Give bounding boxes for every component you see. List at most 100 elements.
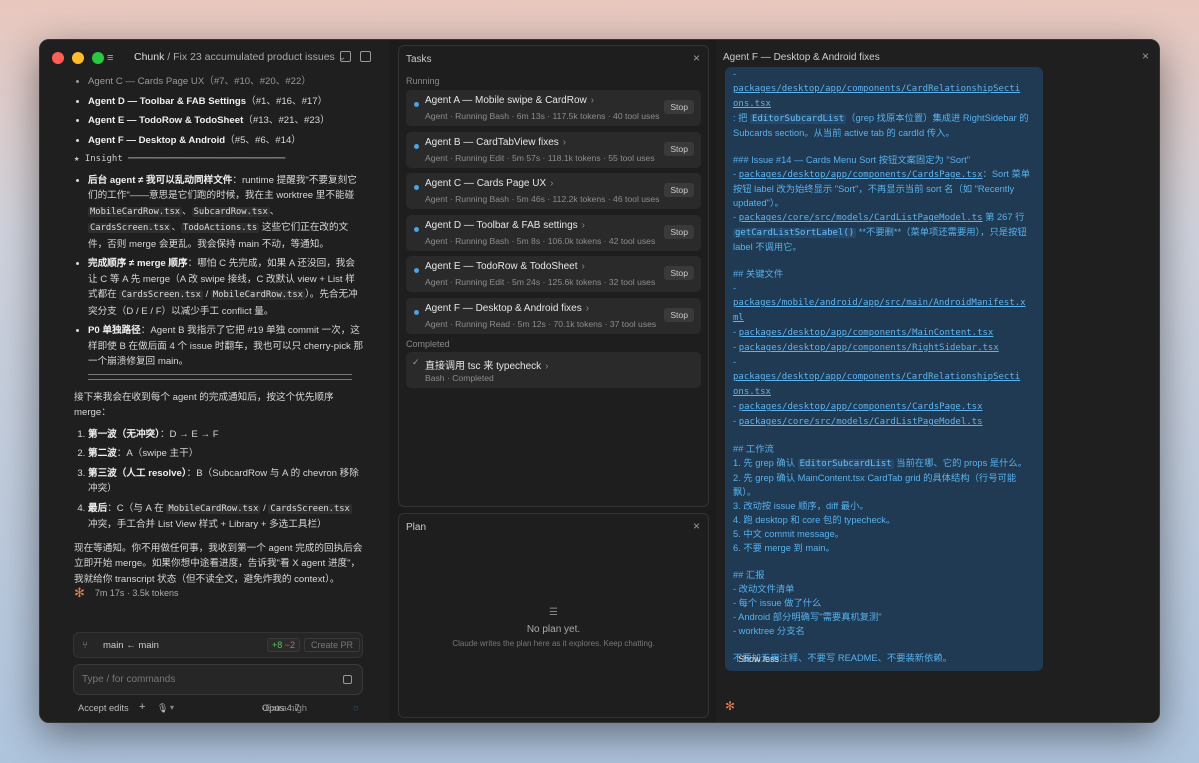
stop-task-button[interactable]: Stop: [664, 183, 694, 197]
chat-transcript: Agent C — Cards Page UX（#7、#10、#20、#22）A…: [74, 74, 364, 593]
insight-item: 后台 agent ≠ 我可以乱动同样文件：runtime 提醒我"不要复刻它们的…: [88, 173, 364, 253]
close-icon[interactable]: ×: [693, 51, 700, 65]
file-path-link[interactable]: packages/desktop/app/components/CardRela…: [733, 84, 1020, 94]
prompt-line: ## 关键文件: [733, 269, 784, 279]
agent-name: Agent C — Cards Page UX: [88, 76, 205, 87]
insight-divider: [88, 373, 352, 380]
chevron-right-icon[interactable]: ›: [545, 361, 548, 372]
task-title: Agent E — TodoRow & TodoSheet: [425, 261, 578, 272]
stop-task-button[interactable]: Stop: [664, 100, 694, 114]
notes-icon[interactable]: [340, 51, 351, 62]
prompt-line: ml: [733, 310, 1038, 325]
file-path-link[interactable]: packages/desktop/app/components/RightSid…: [739, 343, 999, 353]
prompt-line: - packages/desktop/app/components/RightS…: [733, 342, 999, 353]
chevron-right-icon[interactable]: ›: [586, 303, 589, 314]
insight-header: ★ Insight ─────────────────────────────: [74, 154, 286, 164]
file-path-link[interactable]: packages/desktop/app/components/CardRela…: [733, 372, 1020, 382]
task-meta: Agent · Running Read · 5m 12s · 70.1k to…: [425, 318, 657, 329]
insight-item: P0 单独路径：Agent B 我指示了它把 #19 单独 commit 一次，…: [88, 323, 364, 370]
task-card[interactable]: ✓ 直接调用 tsc 来 typecheck › Bash · Completed: [406, 352, 701, 388]
command-input[interactable]: [74, 665, 334, 694]
stop-task-button[interactable]: Stop: [664, 224, 694, 239]
wave-text: ：D → E → F: [159, 428, 219, 440]
prompt-line: -: [733, 69, 737, 79]
task-title: Agent D — Toolbar & FAB settings: [425, 219, 578, 231]
stop-icon[interactable]: [343, 675, 352, 684]
agent-pane-title: Agent F — Desktop & Android fixes: [723, 52, 880, 63]
file-path-link[interactable]: packages/core/src/models/CardListPageMod…: [739, 417, 983, 427]
stop-task-button[interactable]: Stop: [664, 141, 694, 156]
file-path-link[interactable]: packages/desktop/app/components/CardsPag…: [739, 402, 983, 412]
chevron-right-icon[interactable]: ›: [550, 178, 553, 189]
effort-level: Extra high: [265, 703, 307, 713]
task-name: Agent B — CardTabView fixes ›: [425, 137, 566, 148]
file-path-link[interactable]: packages/core/src/models/CardListPageMod…: [739, 213, 983, 223]
close-icon[interactable]: ×: [1142, 49, 1149, 63]
branch-bar: ⑂ main ← main +8 −2 Create PR: [73, 632, 363, 658]
wave-label: 第一波（无冲突）: [88, 428, 160, 440]
prompt-line: - packages/desktop/app/components/CardsP…: [733, 169, 1031, 208]
session-title[interactable]: Chunk / Fix 23 accumulated product issue…: [134, 51, 347, 63]
chevron-right-icon[interactable]: ›: [591, 95, 594, 106]
branch-names[interactable]: main ← main: [103, 640, 159, 651]
accept-edits-toggle[interactable]: Accept edits: [78, 703, 129, 713]
task-card[interactable]: Agent A — Mobile swipe & CardRow › Agent ·…: [406, 90, 701, 126]
file-path-link[interactable]: packages/mobile/android/app/src/main/And…: [733, 298, 1026, 308]
add-icon[interactable]: +: [139, 701, 145, 713]
loading-spinner-icon: ◌: [353, 703, 359, 713]
prompt-line: packages/desktop/app/components/CardRela…: [733, 369, 1038, 384]
stop-task-button[interactable]: Stop: [664, 307, 694, 322]
agent-issue-refs: （#13、#21、#23）: [243, 115, 330, 126]
file-name-code: CardsScreen.tsx: [88, 223, 172, 233]
prompt-line: 2. 先 grep 确认 MainContent.tsx CardTab gri…: [733, 473, 1017, 497]
file-path-link[interactable]: ons.tsx: [733, 387, 771, 397]
agent-list-item: Agent D — Toolbar & FAB Settings（#1、#16、…: [88, 94, 364, 110]
task-card[interactable]: Agent F — Desktop & Android fixes › Agent …: [406, 297, 701, 334]
sidebar-toggle-icon[interactable]: [360, 51, 371, 62]
file-path-link[interactable]: ml: [733, 313, 744, 323]
task-card[interactable]: Agent E — TodoRow & TodoSheet › Agent · Ru…: [406, 256, 701, 292]
insight-heading: 后台 agent ≠ 我可以乱动同样文件: [88, 174, 233, 186]
agent-list: Agent C — Cards Page UX（#7、#10、#20、#22）A…: [88, 74, 364, 148]
diff-badge[interactable]: +8 −2: [267, 638, 301, 652]
branch-from: main: [103, 640, 124, 651]
menu-icon[interactable]: ≡: [107, 52, 113, 64]
create-pr-button[interactable]: Create PR: [304, 638, 361, 652]
file-name-code: MobileCardRow.tsx: [210, 290, 305, 300]
merge-waves-list: 第一波（无冲突）：D → E → F 第二波：A（swipe 主干） 第三波（人工 …: [88, 427, 364, 533]
mic-icon[interactable]: 🎙: [157, 703, 168, 714]
file-path-link[interactable]: packages/desktop/app/components/MainCont…: [739, 328, 994, 338]
task-title: Agent B — CardTabView fixes: [425, 136, 559, 148]
chevron-right-icon[interactable]: ›: [563, 137, 566, 148]
task-name: Agent D — Toolbar & FAB settings ›: [425, 220, 585, 231]
wave-label: 最后: [88, 502, 108, 514]
app-title: Chunk: [134, 51, 165, 63]
running-status-dot: [414, 143, 419, 149]
mic-chevron-icon[interactable]: ▾: [170, 703, 174, 712]
session-name: Fix 23 accumulated product issues: [173, 51, 335, 63]
file-name-code: MobileCardRow.tsx: [88, 206, 183, 217]
show-less-button[interactable]: Show less: [738, 654, 779, 664]
task-card[interactable]: Agent C — Cards Page UX › Agent · Running …: [406, 173, 701, 209]
closing-text: 现在等通知。你不用做任何事，我收到第一个 agent 完成的回执后会立即开始 m…: [74, 542, 363, 585]
merge-wave-item: 第一波（无冲突）：D → E → F: [88, 427, 364, 443]
stop-task-button[interactable]: Stop: [664, 266, 694, 280]
task-title: Agent A — Mobile swipe & CardRow: [425, 95, 587, 106]
chevron-right-icon[interactable]: ›: [582, 220, 585, 231]
prompt-line: - packages/core/src/models/CardListPageM…: [733, 212, 1027, 252]
claude-spark-icon: ✻: [725, 699, 736, 713]
running-status-dot: [414, 226, 419, 232]
file-path-link[interactable]: ons.tsx: [733, 99, 771, 109]
close-icon[interactable]: ×: [693, 519, 700, 533]
chevron-right-icon[interactable]: ›: [582, 261, 585, 272]
file-path-link[interactable]: packages/desktop/app/components/CardsPag…: [739, 170, 983, 180]
model-selector[interactable]: Opus 4.7 · Extra high: [262, 703, 307, 713]
task-meta: Agent · Running Bash · 5m 8s · 106.0k to…: [425, 235, 656, 246]
prompt-line: 3. 改动按 issue 顺序，diff 最小。: [733, 501, 869, 511]
insight-heading: P0 单独路径: [88, 325, 141, 336]
prompt-line: packages/desktop/app/components/CardRela…: [733, 81, 1038, 96]
task-card[interactable]: Agent D — Toolbar & FAB settings › Agent ·…: [406, 214, 701, 251]
task-name: Agent C — Cards Page UX ›: [425, 178, 554, 189]
task-card[interactable]: Agent B — CardTabView fixes › Agent · Runn…: [406, 131, 701, 168]
